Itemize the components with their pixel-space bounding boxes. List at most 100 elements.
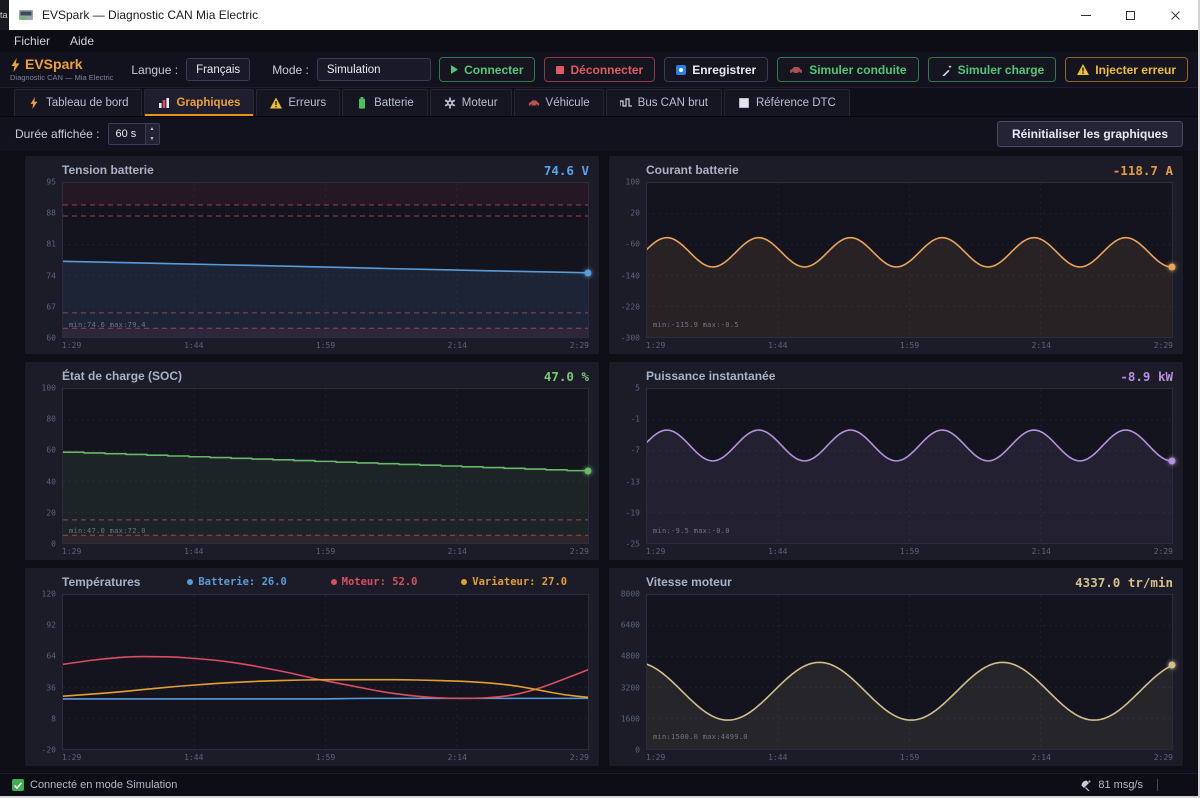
chart-header: TempératuresBatterie: 26.0Moteur: 52.0Va… bbox=[62, 574, 589, 590]
x-tick-label: 1:44 bbox=[768, 341, 787, 350]
chart-minmax-annotation: min:47.0 max:72.0 bbox=[69, 527, 146, 535]
minimize-icon bbox=[1081, 15, 1091, 16]
y-tick-label: 1600 bbox=[621, 714, 640, 723]
minimize-button[interactable] bbox=[1063, 0, 1108, 30]
y-tick-label: 100 bbox=[626, 178, 640, 187]
stop-icon bbox=[556, 66, 564, 74]
duration-spinbox[interactable]: 60 s ▲ ▼ bbox=[108, 123, 160, 145]
duration-decrement-button[interactable]: ▼ bbox=[146, 134, 159, 144]
warning-icon bbox=[270, 97, 282, 109]
connect-button[interactable]: Connecter bbox=[439, 57, 535, 82]
y-tick-label: -60 bbox=[626, 240, 640, 249]
window-title: EVSpark — Diagnostic CAN Mia Electric bbox=[42, 8, 258, 22]
chart-panel-puissance-instantanee: Puissance instantanée-8.9 kW5-1-7-13-19-… bbox=[609, 362, 1183, 560]
chart-plot: min:1500.0 max:4499.0 bbox=[646, 594, 1173, 750]
simulate-charge-button[interactable]: Simuler charge bbox=[928, 57, 1057, 82]
tab-bus-can-brut[interactable]: Bus CAN brut bbox=[606, 89, 722, 116]
x-tick-label: 2:29 bbox=[570, 341, 589, 350]
tab-graphiques[interactable]: Graphiques bbox=[144, 89, 254, 116]
chart-header: Tension batterie74.6 V bbox=[62, 162, 589, 178]
language-select[interactable]: Français bbox=[186, 58, 250, 81]
legend-label: Batterie: 26.0 bbox=[198, 576, 287, 588]
app-window: ta EVSpark — Diagnostic CAN Mia Electric… bbox=[0, 0, 1200, 798]
legend-item: Moteur: 52.0 bbox=[331, 576, 418, 588]
tab-reference-dtc[interactable]: Référence DTC bbox=[724, 89, 850, 116]
wand-icon bbox=[940, 64, 952, 76]
y-tick-label: -220 bbox=[621, 302, 640, 311]
y-tick-label: 0 bbox=[635, 746, 640, 755]
y-tick-label: 92 bbox=[46, 621, 56, 630]
x-axis: 1:291:441:592:142:29 bbox=[62, 544, 589, 557]
tab-label: Tableau de bord bbox=[46, 97, 128, 109]
y-axis: 100806040200 bbox=[29, 388, 62, 544]
y-axis: 958881746760 bbox=[29, 182, 62, 338]
simulate-drive-button-label: Simuler conduite bbox=[809, 63, 906, 77]
x-tick-label: 2:14 bbox=[1032, 753, 1051, 762]
chart-title: Courant batterie bbox=[646, 163, 739, 177]
tab-moteur[interactable]: Moteur bbox=[430, 89, 512, 116]
y-tick-label: -20 bbox=[42, 746, 56, 755]
status-bar: Connecté en mode Simulation 81 msg/s bbox=[0, 773, 1198, 796]
y-tick-label: 100 bbox=[42, 384, 56, 393]
y-tick-label: 40 bbox=[46, 477, 56, 486]
tab-vehicule[interactable]: Véhicule bbox=[514, 89, 604, 116]
brand-subtitle: Diagnostic CAN — Mia Electric bbox=[10, 74, 113, 82]
tab-tableau-de-bord[interactable]: Tableau de bord bbox=[14, 89, 142, 116]
chart-value: -118.7 A bbox=[1113, 163, 1173, 178]
menu-aide[interactable]: Aide bbox=[60, 34, 104, 48]
y-tick-label: 20 bbox=[630, 209, 640, 218]
y-tick-label: 95 bbox=[46, 178, 56, 187]
simulate-drive-button[interactable]: Simuler conduite bbox=[777, 57, 918, 82]
legend-dot bbox=[187, 579, 193, 585]
close-icon bbox=[1170, 10, 1181, 21]
chart-panel-vitesse-moteur: Vitesse moteur4337.0 tr/min8000640048003… bbox=[609, 568, 1183, 766]
chart-minmax-annotation: min:74.6 max:79.4 bbox=[69, 321, 146, 329]
legend-dot bbox=[331, 579, 337, 585]
chart-panel-courant-batterie: Courant batterie -118.7 A 100 20 -60 -140 -220… bbox=[609, 156, 1183, 354]
battery-icon bbox=[356, 97, 368, 109]
tab-batterie[interactable]: Batterie bbox=[342, 89, 428, 116]
x-tick-label: 2:29 bbox=[1154, 547, 1173, 556]
maximize-button[interactable] bbox=[1108, 0, 1153, 30]
chart-plot: min:74.6 max:79.4 bbox=[62, 182, 589, 338]
x-tick-label: 1:59 bbox=[316, 753, 335, 762]
disconnect-button-label: Déconnecter bbox=[570, 63, 643, 77]
chart-plot: min:-115.9 max:-0.5 bbox=[646, 182, 1173, 338]
record-button[interactable]: Enregistrer bbox=[664, 57, 768, 82]
tab-label: Référence DTC bbox=[756, 97, 836, 109]
x-tick-label: 1:44 bbox=[184, 547, 203, 556]
y-tick-label: 60 bbox=[46, 446, 56, 455]
chart-value: 4337.0 tr/min bbox=[1075, 575, 1173, 590]
chart-plot: min:-9.5 max:-0.0 bbox=[646, 388, 1173, 544]
x-tick-label: 1:29 bbox=[62, 753, 81, 762]
tab-label: Bus CAN brut bbox=[638, 97, 708, 109]
close-button[interactable] bbox=[1153, 0, 1198, 30]
x-tick-label: 1:44 bbox=[768, 547, 787, 556]
duration-increment-button[interactable]: ▲ bbox=[146, 124, 159, 134]
x-axis: 1:291:441:592:142:29 bbox=[646, 544, 1173, 557]
y-tick-label: -140 bbox=[621, 271, 640, 280]
reset-graphs-button[interactable]: Réinitialiser les graphiques bbox=[997, 121, 1183, 147]
x-tick-label: 1:29 bbox=[646, 753, 665, 762]
chart-minmax-annotation: min:-9.5 max:-0.0 bbox=[653, 527, 730, 535]
x-tick-label: 1:59 bbox=[900, 753, 919, 762]
antenna-icon bbox=[1080, 779, 1092, 791]
tab-erreurs[interactable]: Erreurs bbox=[256, 89, 340, 116]
y-axis: 800064004800320016000 bbox=[613, 594, 646, 750]
chart-minmax-annotation: min:-115.9 max:-0.5 bbox=[653, 321, 739, 329]
status-text: Connecté en mode Simulation bbox=[30, 779, 177, 791]
x-tick-label: 2:29 bbox=[1154, 341, 1173, 350]
inject-error-button[interactable]: Injecter erreur bbox=[1065, 57, 1188, 82]
duration-value[interactable]: 60 s bbox=[109, 124, 145, 144]
mode-label: Mode : bbox=[272, 63, 309, 77]
warning-icon bbox=[1077, 64, 1089, 75]
record-button-label: Enregistrer bbox=[692, 63, 756, 77]
menu-fichier[interactable]: Fichier bbox=[4, 34, 60, 48]
gear-icon bbox=[444, 97, 456, 109]
x-tick-label: 1:59 bbox=[316, 547, 335, 556]
mode-input[interactable]: Simulation bbox=[317, 58, 431, 81]
disconnect-button[interactable]: Déconnecter bbox=[544, 57, 655, 82]
chart-panel-temperatures: TempératuresBatterie: 26.0Moteur: 52.0Va… bbox=[25, 568, 599, 766]
y-tick-label: 88 bbox=[46, 209, 56, 218]
x-tick-label: 1:59 bbox=[900, 341, 919, 350]
